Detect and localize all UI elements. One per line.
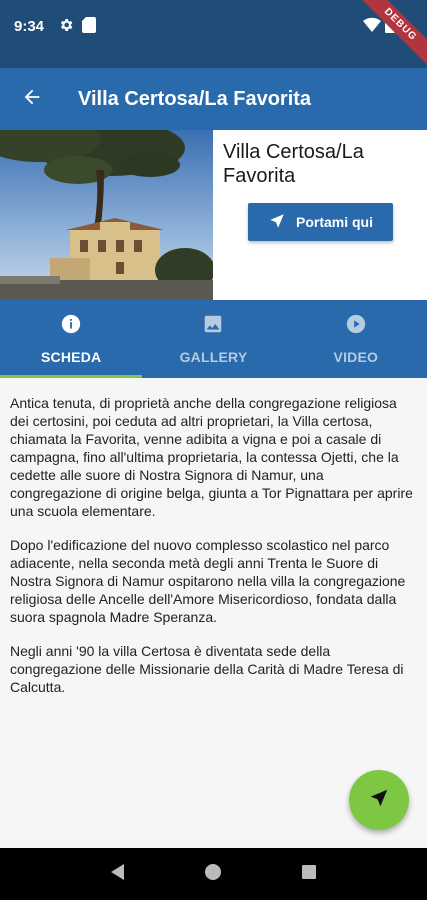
tab-gallery[interactable]: GALLERY: [142, 300, 284, 378]
info-icon: [60, 313, 82, 340]
back-triangle-icon: [110, 863, 126, 886]
navigate-fab[interactable]: [349, 770, 409, 830]
tab-scheda[interactable]: SCHEDA: [0, 300, 143, 378]
system-home-button[interactable]: [193, 854, 233, 894]
description-paragraph: Antica tenuta, di proprietà anche della …: [10, 395, 413, 519]
page-title: Villa Certosa/La Favorita: [78, 87, 312, 110]
hero-section: Villa Certosa/La Favorita Portami qui: [0, 130, 427, 300]
description-paragraph: Dopo l'edificazione del nuovo complesso …: [10, 537, 406, 625]
play-icon: [345, 313, 367, 340]
sd-card-icon: [82, 17, 98, 33]
system-back-button[interactable]: [98, 854, 138, 894]
villa-photo: [0, 130, 213, 300]
image-icon: [202, 313, 224, 340]
navigation-icon: [268, 212, 286, 233]
description-paragraph: Negli anni '90 la villa Certosa è divent…: [10, 643, 404, 695]
arrow-back-icon: [21, 86, 43, 113]
portami-qui-label: Portami qui: [295, 214, 373, 230]
status-time: 9:34: [14, 18, 45, 35]
tab-label: GALLERY: [179, 349, 248, 365]
tab-bar: SCHEDA GALLERY VIDEO: [0, 300, 427, 378]
tab-label: VIDEO: [333, 349, 379, 365]
tab-video[interactable]: VIDEO: [285, 300, 427, 378]
app-bar: Villa Certosa/La Favorita: [0, 68, 427, 130]
portami-qui-button[interactable]: Portami qui: [248, 203, 393, 241]
back-button[interactable]: [0, 68, 64, 130]
settings-icon: [58, 17, 74, 33]
system-nav-bar: [0, 848, 427, 900]
home-circle-icon: [204, 863, 222, 886]
wifi-icon: [363, 17, 381, 38]
recents-square-icon: [301, 864, 317, 885]
status-bar: 9:34 DEBUG: [0, 0, 427, 71]
system-recents-button[interactable]: [289, 854, 329, 894]
tab-label: SCHEDA: [41, 349, 102, 365]
place-name: Villa Certosa/La Favorita: [223, 141, 364, 187]
navigation-icon: [368, 787, 390, 814]
